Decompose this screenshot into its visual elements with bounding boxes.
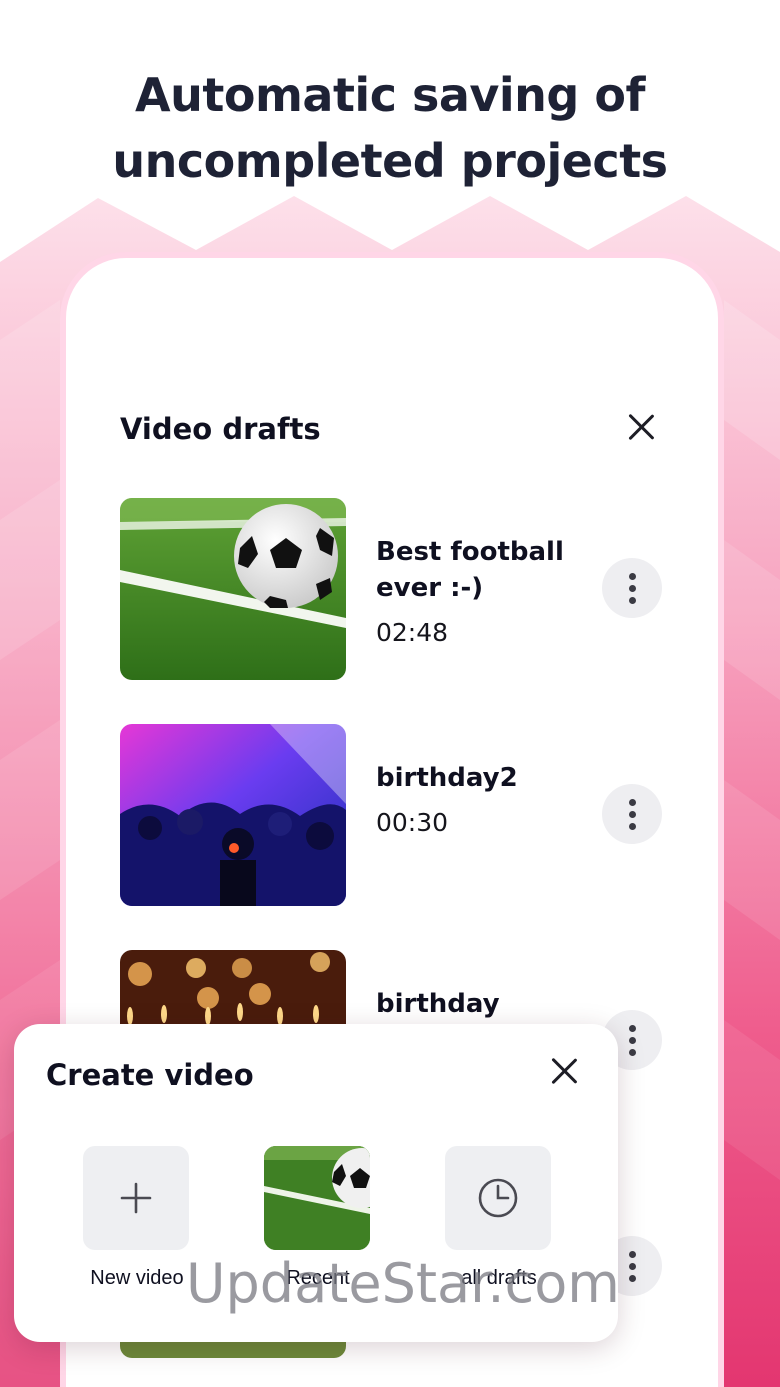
draft-thumbnail <box>120 724 346 906</box>
draft-title: Best football ever :-) <box>376 537 564 603</box>
more-vertical-icon[interactable] <box>602 558 662 618</box>
draft-item[interactable]: Best football ever :-) 02:48 <box>120 498 680 680</box>
soccer-ball-thumbnail <box>120 498 346 680</box>
headline-line-2: uncompleted projects <box>112 134 668 188</box>
more-vertical-icon[interactable] <box>602 784 662 844</box>
draft-duration: 00:30 <box>376 808 449 837</box>
draft-title: birthday <box>376 989 500 1019</box>
create-video-title: Create video <box>46 1058 254 1092</box>
close-icon[interactable] <box>625 410 659 444</box>
party-crowd-thumbnail <box>120 724 346 906</box>
clock-icon <box>478 1178 518 1218</box>
new-video-tile[interactable] <box>83 1146 189 1250</box>
recent-soccer-thumbnail <box>264 1146 370 1250</box>
all-drafts-tile[interactable] <box>445 1146 551 1250</box>
draft-thumbnail <box>120 498 346 680</box>
drafts-sheet-title: Video drafts <box>120 412 321 446</box>
plus-icon <box>120 1182 152 1214</box>
close-icon[interactable] <box>548 1054 582 1088</box>
headline: Automatic saving of uncompleted projects <box>0 62 780 194</box>
watermark: UpdateStar.com <box>186 1252 620 1315</box>
recent-thumbnail[interactable] <box>264 1146 370 1250</box>
draft-item[interactable]: birthday2 00:30 <box>120 724 680 906</box>
headline-line-1: Automatic saving of <box>135 68 645 122</box>
draft-title: birthday2 <box>376 763 518 793</box>
draft-duration: 02:48 <box>376 618 449 647</box>
